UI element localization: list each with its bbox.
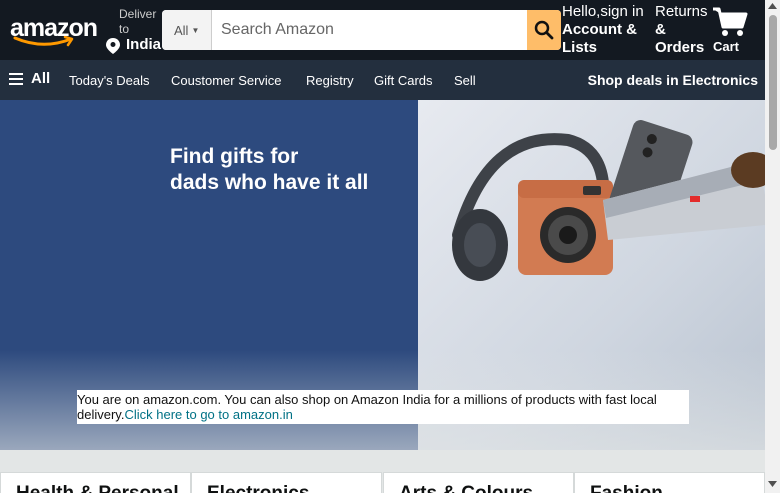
returns-orders[interactable]: Returns & Orders [655,3,715,57]
scroll-down-arrow-icon[interactable] [768,481,777,487]
category-card-arts[interactable]: Arts & Colours [383,472,574,493]
all-menu-button[interactable]: All [9,70,50,87]
account-label: Account & Lists [562,21,637,56]
hero-title-line2: dads who have it all [170,171,369,194]
location-pin-icon [106,38,120,54]
card-title: Arts & Colours [399,483,533,493]
promo-link-electronics[interactable]: Shop deals in Electronics [588,72,758,88]
category-card-fashion[interactable]: Fashion [574,472,765,493]
category-card-health[interactable]: Health & Personal [0,472,191,493]
nav-link-sell[interactable]: Sell [454,73,476,88]
nav-link-gift-cards[interactable]: Gift Cards [374,73,433,88]
sub-nav: All Today's Deals Coustomer Service Regi… [0,60,765,100]
card-title: Electronics [207,483,309,493]
hero-title-line1: Find gifts for [170,145,299,168]
returns-label: Returns [655,3,708,20]
search-bar: All ▼ [162,10,561,50]
search-button[interactable] [527,10,561,50]
hero-title: Find gifts for dads who have it all [170,144,410,196]
card-title: Health & Personal [16,483,179,493]
amazon-india-notice: You are on amazon.com. You can also shop… [77,390,689,424]
deliver-to[interactable]: Deliver to India [104,6,164,56]
nav-link-todays-deals[interactable]: Today's Deals [69,73,150,88]
cart-label: Cart [713,39,740,54]
hamburger-icon [9,72,23,85]
card-title: Fashion [590,483,663,493]
vertical-scrollbar[interactable] [765,0,780,493]
all-menu-label: All [31,70,51,87]
amazon-logo[interactable]: amazon [10,14,98,48]
orders-label: & Orders [655,21,705,56]
search-category-label: All [174,22,189,38]
search-input[interactable] [213,10,527,50]
top-nav: amazon Deliver to India All ▼ Search Ama… [0,0,765,60]
deliver-location: India [126,36,162,53]
smile-arrow-icon [13,36,74,47]
search-category-select[interactable]: All ▼ [162,10,212,50]
nav-link-registry[interactable]: Registry [306,73,354,88]
account-menu[interactable]: Hello,sign in Account & Lists [562,3,656,57]
page: amazon Deliver to India All ▼ Search Ama… [0,0,780,493]
scroll-up-arrow-icon[interactable] [768,3,777,9]
account-greeting: Hello,sign in [562,3,644,20]
cart-icon [713,7,748,36]
amazon-india-link[interactable]: Click here to go to amazon.in [124,407,292,422]
cart-button[interactable]: Cart [710,6,760,56]
nav-link-customer-service[interactable]: Coustomer Service [171,73,282,88]
category-card-electronics[interactable]: Electronics [191,472,382,493]
camera-icon [518,180,613,275]
scroll-thumb[interactable] [769,15,777,150]
search-icon [534,20,554,40]
caret-down-icon: ▼ [191,25,200,35]
